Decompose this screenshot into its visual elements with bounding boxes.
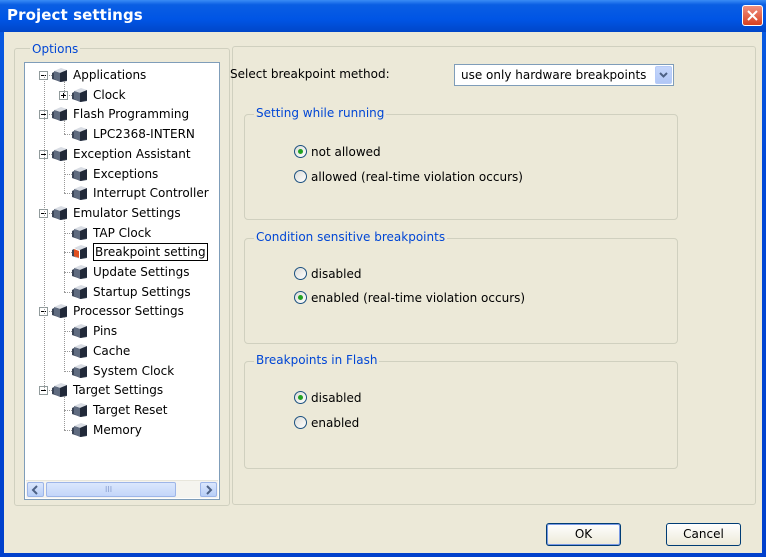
- scroll-left-button[interactable]: [27, 482, 44, 497]
- tree-item-label: Cache: [93, 343, 131, 358]
- scroll-right-button[interactable]: [200, 482, 217, 497]
- tree-guide-line: [64, 218, 65, 292]
- radio-circle: [294, 291, 307, 304]
- folder-icon: [71, 244, 89, 260]
- condition-legend: Condition sensitive breakpoints: [254, 230, 448, 244]
- tree-item-label: Exceptions: [93, 166, 159, 181]
- radio-label: disabled: [311, 391, 362, 405]
- tree-item-label: Pins: [93, 324, 118, 339]
- tree-guide-line: [64, 81, 65, 95]
- tree-item-label: LPC2368-INTERN: [93, 127, 195, 142]
- radio-circle: [294, 267, 307, 280]
- project-settings-window: Project settings Options Memory Target Re…: [0, 0, 766, 557]
- folder-icon: [71, 323, 89, 339]
- scroll-grip: III: [105, 485, 113, 494]
- folder-icon: [71, 402, 89, 418]
- radio-dot: [298, 395, 303, 400]
- cancel-button[interactable]: Cancel: [666, 523, 741, 546]
- tree-item-label: Clock: [93, 87, 126, 102]
- ok-button[interactable]: OK: [546, 523, 621, 546]
- tree-guide-line: [64, 317, 65, 371]
- close-button[interactable]: [742, 5, 763, 26]
- tree-item-label: System Clock: [93, 363, 175, 378]
- arrow-right-icon: [206, 485, 213, 495]
- folder-icon: [71, 264, 89, 280]
- breakpoint-method-value: use only hardware breakpoints: [461, 68, 647, 82]
- close-icon: [747, 10, 758, 21]
- folder-icon: [51, 205, 69, 221]
- running-group: [244, 114, 678, 220]
- radio-circle: [294, 391, 307, 404]
- radio-circle: [294, 145, 307, 158]
- tree-item-label: Flash Programming: [73, 107, 190, 122]
- tree-item-label: Breakpoint setting: [93, 243, 208, 262]
- tree-item-label: Emulator Settings: [73, 205, 181, 220]
- scroll-thumb[interactable]: III: [46, 482, 176, 497]
- tree-item-label: Applications: [73, 68, 147, 82]
- folder-icon: [51, 303, 69, 319]
- radio-label: not allowed: [311, 145, 381, 159]
- folder-icon: [71, 166, 89, 182]
- tree-item-label: Exception Assistant: [73, 146, 191, 161]
- folder-icon: [71, 343, 89, 359]
- breakpoint-method-select[interactable]: use only hardware breakpoints: [454, 64, 674, 86]
- running-legend: Setting while running: [254, 106, 387, 120]
- tree-item-label: Target Reset: [93, 402, 168, 417]
- flash-legend: Breakpoints in Flash: [254, 353, 380, 367]
- radio-label: enabled: [311, 416, 360, 430]
- options-legend: Options: [30, 42, 81, 56]
- folder-icon: [71, 363, 89, 379]
- tree-item-label: Startup Settings: [93, 284, 191, 299]
- radio-label: allowed (real-time violation occurs): [311, 170, 523, 184]
- tree-item-label: Update Settings: [93, 265, 190, 279]
- chevron-down-icon: [659, 72, 668, 78]
- dialog-body: Options Memory Target Reset Target Setting…: [4, 32, 762, 553]
- radio-dot: [298, 295, 303, 300]
- tree-horizontal-scrollbar[interactable]: III: [26, 480, 218, 498]
- folder-icon: [51, 67, 69, 83]
- tree-item-label: Processor Settings: [73, 304, 184, 319]
- tree-guide-line: [64, 396, 65, 430]
- tree-item-label: Target Settings: [73, 383, 164, 398]
- tree-guide-line: [44, 75, 45, 391]
- folder-icon: [71, 284, 89, 300]
- folder-icon: [71, 126, 89, 142]
- radio-label: disabled: [311, 267, 362, 281]
- folder-icon: [51, 106, 69, 122]
- window-title: Project settings: [7, 6, 143, 24]
- tree-item-label: TAP Clock: [93, 225, 152, 240]
- folder-icon: [71, 87, 89, 103]
- folder-icon: [71, 185, 89, 201]
- title-bar[interactable]: Project settings: [0, 0, 766, 32]
- dropdown-button[interactable]: [655, 66, 672, 84]
- options-tree[interactable]: Memory Target Reset Target Settings System …: [24, 62, 220, 500]
- radio-label: enabled (real-time violation occurs): [311, 291, 526, 305]
- folder-icon: [71, 225, 89, 241]
- folder-icon: [71, 422, 89, 438]
- folder-icon: [51, 382, 69, 398]
- radio-dot: [298, 149, 303, 154]
- breakpoint-method-label: Select breakpoint method:: [230, 67, 390, 81]
- radio-circle: [294, 416, 307, 429]
- tree-guide-line: [64, 159, 65, 194]
- tree-item-label: Interrupt Controller: [93, 186, 209, 201]
- arrow-left-icon: [31, 485, 38, 495]
- tree-item-label: Memory: [93, 422, 142, 437]
- flash-group: [244, 361, 678, 469]
- folder-icon: [51, 146, 69, 162]
- radio-circle: [294, 170, 307, 183]
- tree-guide-line: [64, 120, 65, 135]
